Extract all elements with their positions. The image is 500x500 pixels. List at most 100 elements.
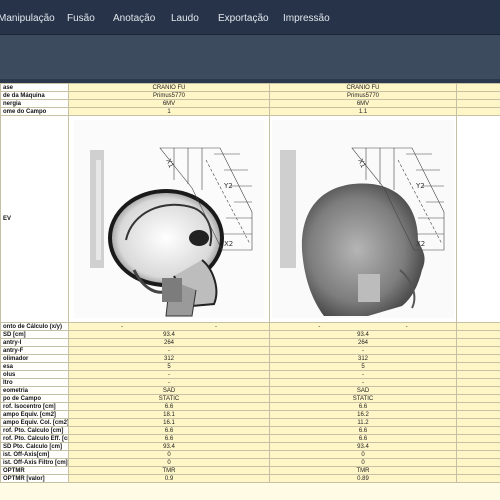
bev-image-cell-1: X1 Y2 X2 bbox=[68, 115, 270, 323]
table-row: ase CRANIO FU CRANIO FU bbox=[0, 83, 500, 92]
table-row: ist. Off-Axis Filtro [cm] 0 0 bbox=[0, 458, 500, 467]
value-cell-empty bbox=[456, 410, 500, 419]
row-label: po de Campo bbox=[0, 394, 69, 403]
value-cell: 6.6 bbox=[68, 434, 270, 443]
bev-image-1: X1 Y2 X2 bbox=[74, 120, 264, 318]
table-row: rof. Isocentro [cm] 6.6 6.6 bbox=[0, 402, 500, 411]
value-cell-empty bbox=[456, 402, 500, 411]
value-cell: SAD bbox=[68, 386, 270, 395]
value-cell: 6.6 bbox=[269, 426, 457, 435]
row-label: rof. Isocentro [cm] bbox=[0, 402, 69, 411]
table-row: OPTMR TMR TMR bbox=[0, 466, 500, 475]
row-label: ampo Equiv. Col. [cm2] bbox=[0, 418, 69, 427]
value-cell: 264 bbox=[68, 338, 270, 347]
svg-text:X2: X2 bbox=[224, 240, 233, 248]
value-cell: 93.4 bbox=[269, 442, 457, 451]
menu-anotacao[interactable]: Anotação bbox=[113, 13, 155, 25]
svg-text:X2: X2 bbox=[416, 240, 425, 248]
value-cell: Primus5770 bbox=[269, 91, 457, 100]
value-cell: 16.1 bbox=[68, 418, 270, 427]
row-label: olus bbox=[0, 370, 69, 379]
value-cell-empty bbox=[456, 322, 500, 331]
table-row: antry-I 264 264 bbox=[0, 338, 500, 347]
menu-bar: Manipulação Fusão Anotação Laudo Exporta… bbox=[0, 0, 500, 35]
table-row: rof. Pto. Calculo [cm] 6.6 6.6 bbox=[0, 426, 500, 435]
value-cell: TMR bbox=[269, 466, 457, 475]
value-cell: - bbox=[68, 378, 270, 387]
menu-laudo[interactable]: Laudo bbox=[171, 13, 199, 25]
value-cell: 312 bbox=[68, 354, 270, 363]
table-row: nergia 6MV 6MV bbox=[0, 99, 500, 108]
value-cell: STATIC bbox=[68, 394, 270, 403]
field-report-table: ase CRANIO FU CRANIO FU de da Máquina Primus… bbox=[0, 83, 500, 483]
value-cell-empty bbox=[456, 386, 500, 395]
row-label: ist. Off-Axis[cm] bbox=[0, 450, 69, 459]
value-cell: - bbox=[269, 378, 457, 387]
table-row: ist. Off-Axis[cm] 0 0 bbox=[0, 450, 500, 459]
table-row: eometria SAD SAD bbox=[0, 386, 500, 395]
value-cell-empty bbox=[456, 354, 500, 363]
bev-image-cell-3 bbox=[456, 115, 500, 323]
value-cell: - bbox=[68, 370, 270, 379]
value-cell-empty bbox=[456, 99, 500, 108]
table-row: olus - - bbox=[0, 370, 500, 379]
value-cell: 6.6 bbox=[269, 434, 457, 443]
value-cell-empty bbox=[456, 370, 500, 379]
menu-manipulacao[interactable]: Manipulação bbox=[0, 13, 55, 25]
value-part: - bbox=[120, 323, 123, 330]
value-cell: 18.1 bbox=[68, 410, 270, 419]
bev-label: EV bbox=[0, 115, 69, 323]
row-label: eometria bbox=[0, 386, 69, 395]
row-label: SD [cm] bbox=[0, 330, 69, 339]
table-row: ampo Equiv. Col. [cm2] 16.1 11.2 bbox=[0, 418, 500, 427]
table-row: de da Máquina Primus5770 Primus5770 bbox=[0, 91, 500, 100]
table-row: onto de Cálculo (x/y) - - - - bbox=[0, 322, 500, 331]
row-label: olimador bbox=[0, 354, 69, 363]
row-label: nergia bbox=[0, 99, 69, 108]
value-cell: SAD bbox=[269, 386, 457, 395]
table-row: antry-F - - bbox=[0, 346, 500, 355]
row-label: SD Pto. Calculo [cm] bbox=[0, 442, 69, 451]
value-cell-empty bbox=[456, 362, 500, 371]
toolbar-area bbox=[0, 35, 500, 79]
row-label: ampo Equiv. [cm2] bbox=[0, 410, 69, 419]
value-cell-empty bbox=[456, 91, 500, 100]
row-label: rof. Pto. Calculo [cm] bbox=[0, 426, 69, 435]
value-cell: 0 bbox=[269, 458, 457, 467]
value-part: - bbox=[215, 323, 218, 330]
table-row: esa 5 5 bbox=[0, 362, 500, 371]
value-cell: 6.6 bbox=[68, 426, 270, 435]
value-cell: 5 bbox=[269, 362, 457, 371]
bev-image-2: X1 Y2 X2 bbox=[272, 120, 456, 318]
bev-image-3 bbox=[463, 120, 500, 318]
value-cell-empty bbox=[456, 378, 500, 387]
value-cell: 312 bbox=[269, 354, 457, 363]
report-sheet: ase CRANIO FU CRANIO FU de da Máquina Primus… bbox=[0, 83, 500, 500]
table-row: SD Pto. Calculo [cm] 93.4 93.4 bbox=[0, 442, 500, 451]
value-cell: 6MV bbox=[269, 99, 457, 108]
value-cell: 1.1 bbox=[269, 107, 457, 116]
value-cell: CRANIO FU bbox=[269, 83, 457, 92]
value-cell: 6MV bbox=[68, 99, 270, 108]
row-label: rof. Pto. Calculo Eff. [cm] bbox=[0, 434, 69, 443]
menu-fusao[interactable]: Fusão bbox=[67, 13, 95, 25]
value-cell-empty bbox=[456, 434, 500, 443]
value-part: - bbox=[318, 323, 321, 330]
value-cell: 1 bbox=[68, 107, 270, 116]
table-row: rof. Pto. Calculo Eff. [cm] 6.6 6.6 bbox=[0, 434, 500, 443]
row-label: ome do Campo bbox=[0, 107, 69, 116]
value-cell-empty bbox=[456, 330, 500, 339]
value-cell-empty bbox=[456, 418, 500, 427]
value-cell-empty bbox=[456, 394, 500, 403]
bev-row: EV X1 Y2 X2 X1 Y2 X2 bbox=[0, 115, 500, 323]
value-cell: 264 bbox=[269, 338, 457, 347]
value-cell: 16.2 bbox=[269, 410, 457, 419]
menu-exportacao[interactable]: Exportação bbox=[218, 13, 269, 25]
row-label: OPTMR [valor] bbox=[0, 474, 69, 483]
value-cell: 93.4 bbox=[68, 442, 270, 451]
menu-impressao[interactable]: Impressão bbox=[283, 13, 330, 25]
row-label: antry-I bbox=[0, 338, 69, 347]
table-row: SD [cm] 93.4 93.4 bbox=[0, 330, 500, 339]
value-cell: 6.6 bbox=[68, 402, 270, 411]
value-cell: Primus5770 bbox=[68, 91, 270, 100]
